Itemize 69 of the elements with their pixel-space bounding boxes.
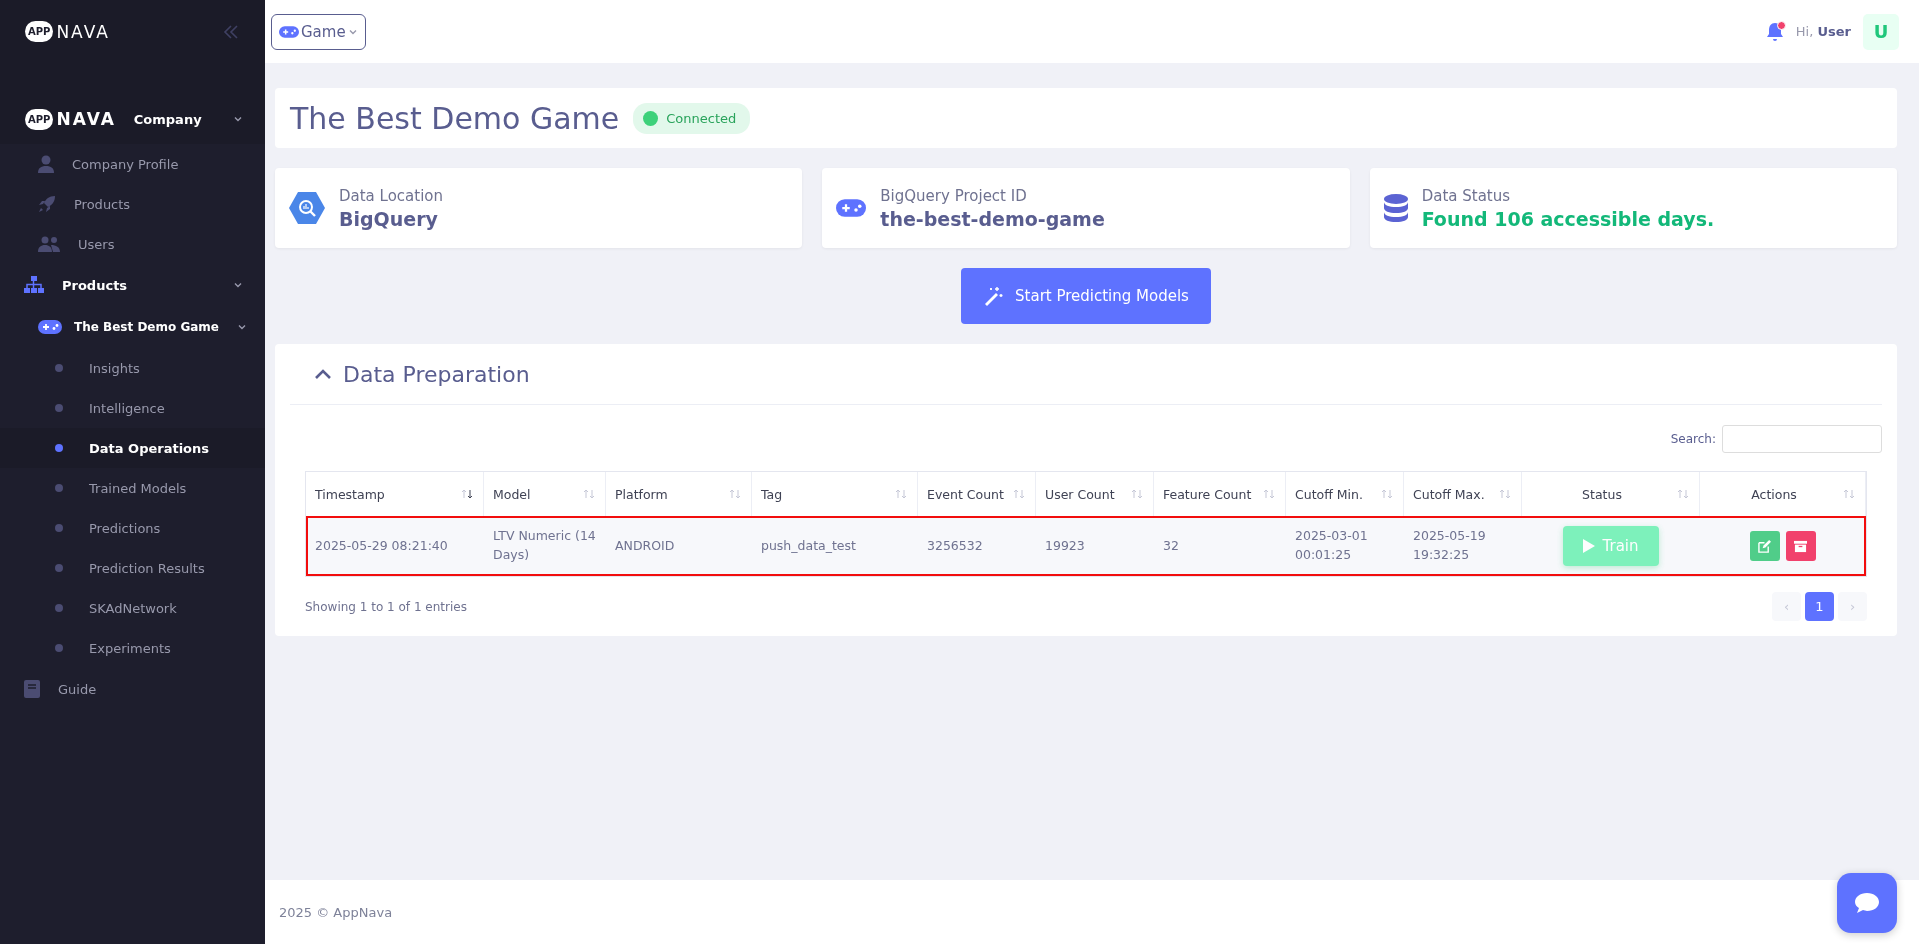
user-greeting: Hi, User <box>1795 24 1851 39</box>
search-field[interactable] <box>1722 425 1882 453</box>
table-cell-text: 19923 <box>1044 536 1086 555</box>
nav-item[interactable]: Company Profile <box>0 144 265 184</box>
chat-bubble-icon <box>1854 892 1880 914</box>
start-predicting-button[interactable]: Start Predicting Models <box>961 268 1211 324</box>
nav-group[interactable]: Products <box>0 264 265 306</box>
gamepad-icon <box>836 199 867 217</box>
table-cell-text: LTV Numeric (14 Days) <box>492 527 597 564</box>
table-cell-text: 2025-03-01 00:01:25 <box>1294 527 1369 564</box>
hierarchy-icon <box>24 276 44 294</box>
card-value: BigQuery <box>339 207 439 230</box>
chat-button[interactable] <box>1837 873 1897 933</box>
database-icon <box>1383 194 1408 222</box>
play-icon <box>1582 539 1595 553</box>
card-value: the-best-demo-game <box>880 207 1105 230</box>
archive-button[interactable] <box>1785 531 1816 561</box>
bell-icon[interactable] <box>1765 21 1784 42</box>
chevron-icon <box>237 322 247 332</box>
app-logo-badge: APP <box>25 21 54 42</box>
gamepad-icon <box>38 320 62 334</box>
table-cell-text: 3256532 <box>926 536 984 555</box>
nav-item[interactable]: Guide <box>0 668 265 710</box>
company-menu[interactable]: APP NAVA Company <box>0 94 265 144</box>
game-selector[interactable]: Game <box>271 13 366 50</box>
nav-item[interactable]: Prediction Results <box>0 548 265 588</box>
table-cell-text: ANDROID <box>614 536 676 555</box>
status-badge: Connected <box>633 102 751 134</box>
section-header[interactable]: Data Preparation <box>290 344 1882 405</box>
card-label: Data Location <box>339 186 444 205</box>
card-label: Data Status <box>1421 186 1512 205</box>
nav-item[interactable]: Users <box>0 224 265 264</box>
company-label: Company <box>133 111 203 127</box>
footer-copyright: 2025 © AppNava <box>279 904 393 920</box>
magic-wand-icon <box>983 286 1004 306</box>
nav-item[interactable]: SKAdNetwork <box>0 588 265 628</box>
nav-item[interactable]: Experiments <box>0 628 265 668</box>
nav-subgroup[interactable]: The Best Demo Game <box>0 306 265 348</box>
nav-item[interactable]: Products <box>0 184 265 224</box>
page-title: The Best Demo Game <box>290 100 620 136</box>
table-cell-text: push_data_test <box>760 536 857 555</box>
nav-item[interactable]: Intelligence <box>0 388 265 428</box>
chevron-icon <box>233 280 243 290</box>
archive-icon <box>1794 539 1807 553</box>
search-label: Search: <box>1670 432 1716 446</box>
rocket-icon <box>38 195 56 213</box>
nav-item[interactable]: Trained Models <box>0 468 265 508</box>
app-logo-wordmark: NAVA <box>56 21 110 42</box>
book-icon <box>24 680 40 698</box>
nav-item[interactable]: Insights <box>0 348 265 388</box>
people-icon <box>38 236 60 252</box>
edit-icon <box>1758 539 1771 553</box>
person-icon <box>38 155 54 173</box>
hexagon-search-icon <box>289 191 325 225</box>
page-button[interactable]: 1 <box>1805 592 1834 621</box>
card-value: Found 106 accessible days. <box>1421 207 1715 230</box>
nav-item[interactable]: Data Operations <box>0 428 265 468</box>
nav-item[interactable]: Predictions <box>0 508 265 548</box>
company-logo-badge: APP <box>25 108 54 130</box>
chevron-icon <box>233 114 243 124</box>
gamepad-icon <box>279 25 299 38</box>
table-cell-text: 32 <box>1162 536 1180 555</box>
chevron-icon <box>315 369 331 379</box>
company-logo-wordmark: NAVA <box>56 109 116 129</box>
entries-info: Showing 1 to 1 of 1 entries <box>305 599 467 614</box>
card-label: BigQuery Project ID <box>880 186 1028 205</box>
edit-button[interactable] <box>1749 531 1780 561</box>
table-cell-text: 2025-05-19 19:32:25 <box>1412 527 1487 564</box>
table-cell-text: 2025-05-29 08:21:40 <box>314 536 449 555</box>
